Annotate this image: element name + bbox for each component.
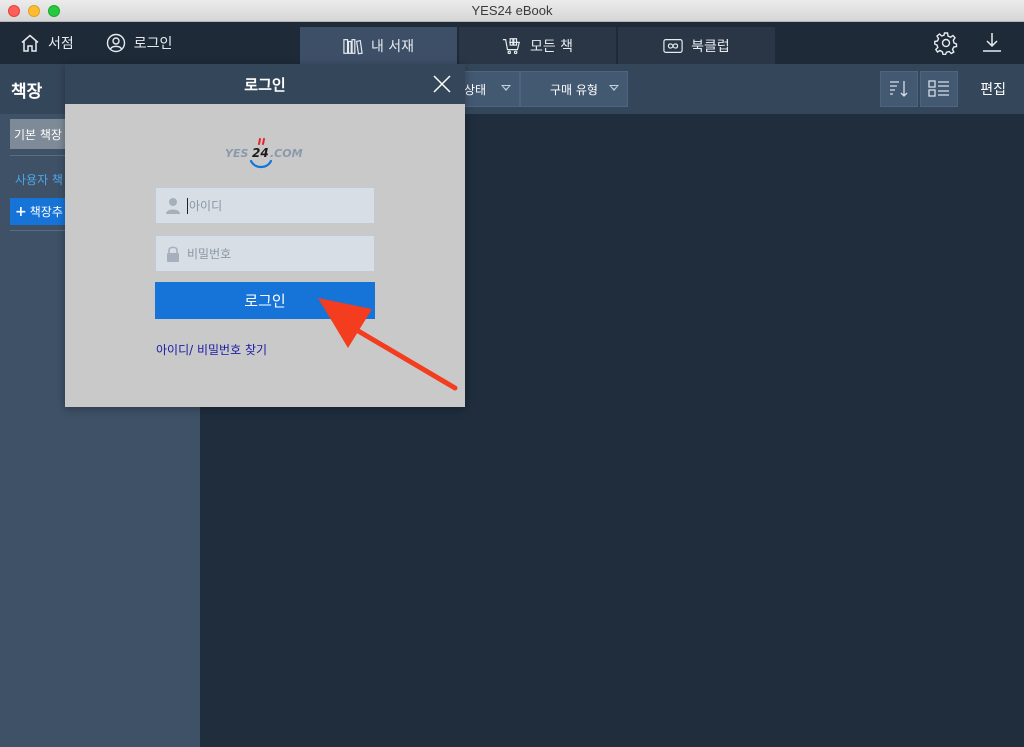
yes24-logo-text-yes: YES [225,147,248,160]
chevron-down-icon [609,85,619,91]
download-icon[interactable] [980,31,1004,55]
login-dialog-title: 로그인 [244,75,286,94]
tab-my-library[interactable]: 내 서재 [300,27,457,64]
minimize-window-button[interactable] [28,5,40,17]
close-icon[interactable] [433,75,451,93]
tab-my-library-label: 내 서재 [370,38,415,55]
edit-button[interactable]: 편집 [980,64,1006,114]
close-window-button[interactable] [8,5,20,17]
login-link[interactable]: 로그인 [106,33,173,53]
list-view-icon [928,80,949,97]
login-dialog: 로그인 YES 24 .COM 로그인 아이디/ 비밀번호 찾기 [65,64,465,407]
purchase-type-dropdown[interactable]: 구매 유형 [520,71,628,107]
list-view-button[interactable] [920,71,958,107]
cart-books-icon [502,37,520,54]
find-id-password-link[interactable]: 아이디/ 비밀번호 찾기 [156,341,267,358]
purchase-type-label: 구매 유형 [550,82,598,97]
yes24-logo-text-com: .COM [270,147,303,160]
login-submit-button[interactable]: 로그인 [155,282,375,319]
login-dialog-header: 로그인 [65,64,465,104]
tab-bookclub[interactable]: 북클럽 [618,27,775,64]
add-shelf-label: 책장추 [29,205,63,219]
bookshelf-icon [343,38,363,54]
infinity-book-icon [663,38,683,53]
password-field[interactable] [155,235,375,272]
window-titlebar: YES24 eBook [0,0,1024,22]
login-link-label: 로그인 [133,36,173,52]
top-navigation: 서점 로그인 내 서재 모든 책 북클럽 [0,22,1024,64]
text-cursor [187,197,188,214]
id-field[interactable] [155,187,375,224]
window-title: YES24 eBook [471,3,553,18]
sort-icon [890,81,908,97]
tab-bookclub-label: 북클럽 [691,38,730,55]
status-filter-label: 상태 [464,82,487,97]
user-circle-icon [106,33,125,53]
sidebar-item-user-shelf[interactable]: 사용자 책 [15,171,63,188]
store-link[interactable]: 서점 [20,33,74,53]
maximize-window-button[interactable] [48,5,60,17]
tab-all-books-label: 모든 책 [529,38,574,55]
home-icon [21,34,39,52]
tab-all-books[interactable]: 모든 책 [459,27,616,64]
chevron-down-icon [501,85,511,91]
window-controls [8,5,60,17]
plus-icon: + [15,203,27,220]
id-input[interactable] [189,198,359,213]
gear-icon[interactable] [934,31,958,55]
lock-icon [167,246,179,262]
store-link-label: 서점 [48,36,74,52]
password-input[interactable] [187,246,357,261]
sort-button[interactable] [880,71,918,107]
user-icon [166,197,180,214]
yes24-logo-text-24: 24 [252,146,269,160]
yes24-logo: YES 24 .COM [225,138,303,169]
